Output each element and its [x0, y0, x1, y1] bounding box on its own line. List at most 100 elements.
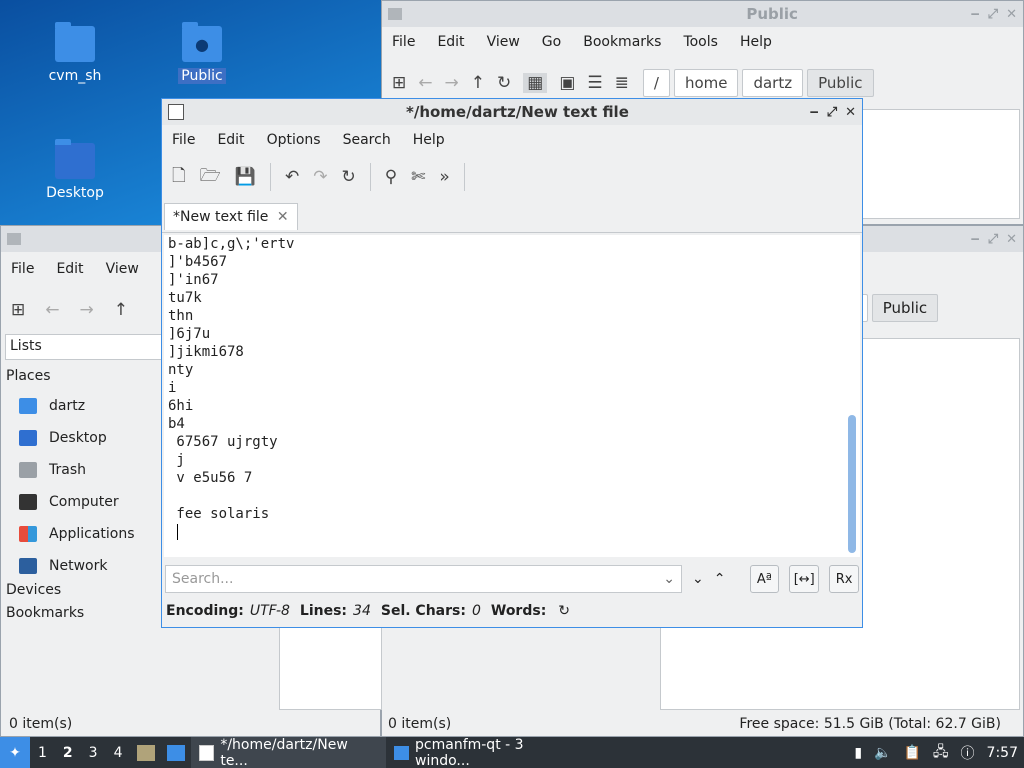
window-titlebar[interactable]: Public ‒ ⤢ ✕: [382, 1, 1023, 27]
menu-search[interactable]: Search: [343, 132, 391, 148]
desktop-icon-label: Public: [178, 68, 226, 84]
desktop-icon-cvm-sh[interactable]: cvm_sh: [40, 22, 110, 84]
featherpad-icon: [198, 744, 215, 761]
close-icon[interactable]: ✕: [1006, 7, 1017, 22]
search-bar: Search... ⌄ ⌄ ⌃ Aª [↔] Rx: [165, 563, 859, 595]
back-icon[interactable]: ←: [418, 73, 432, 93]
menu-view[interactable]: View: [487, 34, 520, 50]
detail-view-icon[interactable]: ≣: [615, 73, 629, 93]
tab-new-text-file[interactable]: *New text file ✕: [164, 203, 298, 230]
workspace-3[interactable]: 3: [81, 745, 106, 761]
menu-edit[interactable]: Edit: [437, 34, 464, 50]
close-tab-icon[interactable]: ✕: [277, 209, 289, 225]
crumb-home[interactable]: home: [673, 69, 739, 97]
crumb-dartz[interactable]: dartz: [742, 69, 804, 97]
battery-icon[interactable]: ▮: [854, 745, 862, 761]
workspace-2[interactable]: 2: [55, 745, 81, 761]
start-menu-icon[interactable]: ✦: [0, 737, 30, 768]
desktop-icon: [19, 430, 37, 446]
encoding-value: UTF-8: [249, 603, 290, 619]
toolbar-separator: [269, 163, 271, 191]
notification-icon[interactable]: ⓘ: [961, 743, 975, 763]
reload-icon[interactable]: ↻: [341, 167, 355, 187]
task-file-manager[interactable]: pcmanfm-qt - 3 windo...: [386, 737, 586, 768]
reload-icon[interactable]: ↻: [497, 73, 511, 93]
crumb-public[interactable]: Public: [871, 294, 939, 322]
replace-icon[interactable]: ✄: [411, 167, 425, 187]
undo-icon[interactable]: ↶: [285, 167, 299, 187]
new-tab-icon[interactable]: ⊞: [392, 73, 406, 93]
side-pane-view-select[interactable]: Lists: [5, 334, 165, 360]
window-titlebar[interactable]: */home/dartz/New text file ‒ ⤢ ✕: [162, 99, 862, 125]
find-icon[interactable]: ⚲: [385, 167, 397, 187]
workspace-1[interactable]: 1: [30, 745, 55, 761]
show-desktop-icon[interactable]: [166, 744, 185, 761]
menu-edit[interactable]: Edit: [56, 261, 83, 277]
file-manager-launcher-icon[interactable]: [136, 744, 155, 761]
maximize-icon[interactable]: ⤢: [988, 7, 998, 22]
menu-options[interactable]: Options: [267, 132, 321, 148]
status-item-count: 0 item(s): [9, 716, 73, 732]
go-to-line-icon[interactable]: »: [439, 167, 449, 187]
desktop-icon-desktop[interactable]: Desktop: [40, 139, 110, 201]
menu-edit[interactable]: Edit: [217, 132, 244, 148]
crumb-root[interactable]: /: [642, 69, 670, 97]
clipboard-icon[interactable]: 📋: [903, 745, 920, 761]
crumb-public[interactable]: Public: [807, 69, 874, 97]
match-case-button[interactable]: Aª: [749, 565, 780, 593]
close-icon[interactable]: ✕: [845, 105, 856, 120]
menu-tools[interactable]: Tools: [683, 34, 718, 50]
desktop-icon-public[interactable]: ● Public: [167, 22, 237, 84]
close-icon[interactable]: ✕: [1006, 232, 1017, 247]
maximize-icon[interactable]: ⤢: [827, 105, 837, 120]
menu-file[interactable]: File: [172, 132, 195, 148]
forward-icon[interactable]: →: [445, 73, 459, 93]
up-icon[interactable]: ↑: [114, 300, 128, 320]
volume-icon[interactable]: 🔈: [874, 745, 891, 761]
minimize-icon[interactable]: ‒: [971, 232, 980, 247]
minimize-icon[interactable]: ‒: [810, 105, 819, 120]
menu-go[interactable]: Go: [542, 34, 561, 50]
menu-file[interactable]: File: [392, 34, 415, 50]
thumbnail-view-icon[interactable]: ▣: [559, 73, 575, 93]
compact-view-icon[interactable]: ☰: [587, 73, 602, 93]
new-file-icon[interactable]: 🗋: [172, 163, 186, 192]
regex-button[interactable]: Rx: [829, 565, 859, 593]
new-tab-icon[interactable]: ⊞: [11, 300, 25, 320]
menu-file[interactable]: File: [11, 261, 34, 277]
up-icon[interactable]: ↑: [471, 73, 485, 93]
search-input[interactable]: Search... ⌄: [165, 565, 683, 593]
task-label: */home/dartz/New te...: [220, 736, 348, 768]
find-previous-icon[interactable]: ⌃: [714, 571, 726, 587]
menu-view[interactable]: View: [106, 261, 139, 277]
network-icon[interactable]: 🖧: [933, 741, 949, 765]
redo-icon[interactable]: ↷: [313, 167, 327, 187]
place-label: Applications: [49, 526, 135, 542]
minimize-icon[interactable]: ‒: [971, 7, 980, 22]
folder-icon: [7, 233, 21, 245]
menu-help[interactable]: Help: [740, 34, 772, 50]
menu-help[interactable]: Help: [413, 132, 445, 148]
toolbar-separator: [369, 163, 371, 191]
open-file-icon[interactable]: 🗁: [200, 163, 221, 192]
text-area[interactable]: b-ab]c,g\;'ertv]'b4567]'in67 tu7k thn]6j7u…: [164, 235, 860, 557]
icon-view-icon[interactable]: ▦: [523, 73, 548, 93]
whole-word-button[interactable]: [↔]: [789, 565, 820, 593]
folder-user-icon: ●: [182, 22, 222, 62]
workspace-4[interactable]: 4: [106, 745, 131, 761]
back-icon[interactable]: ←: [45, 300, 59, 320]
maximize-icon[interactable]: ⤢: [988, 232, 998, 247]
vertical-scrollbar[interactable]: [848, 415, 856, 553]
find-next-icon[interactable]: ⌄: [692, 571, 704, 587]
window-controls: ‒ ⤢ ✕: [810, 105, 856, 120]
text-cursor: [177, 524, 187, 540]
task-text-editor[interactable]: */home/dartz/New te...: [190, 736, 386, 768]
forward-icon[interactable]: →: [80, 300, 94, 320]
file-view[interactable]: [862, 109, 1020, 219]
chevron-down-icon[interactable]: ⌄: [663, 571, 675, 587]
refresh-words-icon[interactable]: ↻: [558, 603, 570, 619]
menu-bookmarks[interactable]: Bookmarks: [583, 34, 661, 50]
save-icon[interactable]: 💾: [235, 167, 256, 187]
text-line: i: [168, 380, 177, 396]
clock[interactable]: 7:57: [987, 745, 1018, 761]
